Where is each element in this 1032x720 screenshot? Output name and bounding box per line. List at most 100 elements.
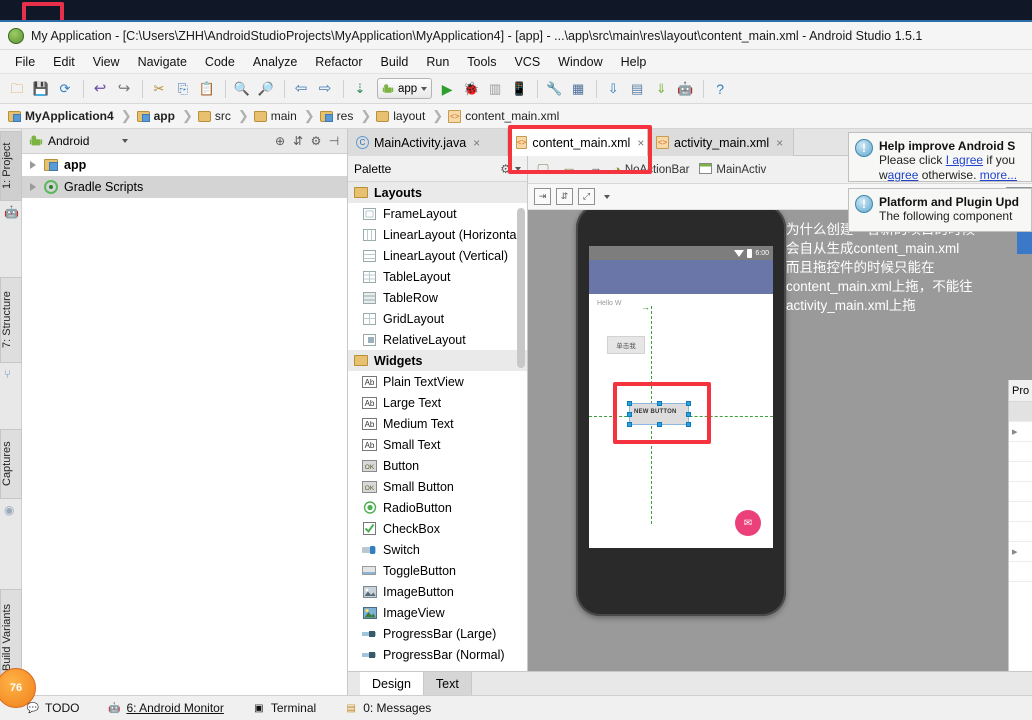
properties-row[interactable] <box>1009 562 1032 582</box>
menu-navigate[interactable]: Navigate <box>129 53 196 71</box>
palette-item-button[interactable]: OK Button <box>348 455 527 476</box>
sidebar-item-structure[interactable]: 7: Structure <box>0 277 22 363</box>
menu-vcs[interactable]: VCS <box>505 53 549 71</box>
avd-manager-icon[interactable]: ▦ <box>567 78 589 100</box>
tree-item-app[interactable]: app <box>22 154 347 176</box>
floating-action-button[interactable]: ✉ <box>735 510 761 536</box>
device-monitor-icon[interactable]: ▤ <box>626 78 648 100</box>
close-icon[interactable]: × <box>776 136 783 150</box>
menu-code[interactable]: Code <box>196 53 244 71</box>
palette-item-progressbar-large[interactable]: ProgressBar (Large) <box>348 623 527 644</box>
breadcrumb-item-layout[interactable]: layout <box>376 109 430 123</box>
run-icon[interactable]: ▶ <box>436 78 458 100</box>
palette-group-widgets[interactable]: Widgets <box>348 350 527 371</box>
sdk-manager-icon[interactable]: 🔧 <box>543 78 565 100</box>
menu-analyze[interactable]: Analyze <box>244 53 306 71</box>
chevron-right-icon[interactable] <box>30 183 36 191</box>
status-item-messages[interactable]: ▤ 0: Messages <box>344 701 431 715</box>
breadcrumb-item-src[interactable]: src <box>197 109 236 123</box>
palette-item-framelayout[interactable]: FrameLayout <box>348 203 527 224</box>
device-preview[interactable]: 6:00 Hello W 单击我 → NEW BUTTON ✉ <box>576 210 786 616</box>
menu-run[interactable]: Run <box>417 53 458 71</box>
compile-icon[interactable]: ⇣ <box>349 78 371 100</box>
properties-row[interactable]: ▸ <box>1009 542 1032 562</box>
palette-item-linearlayout-horizontal[interactable]: LinearLayout (Horizontal) <box>348 224 527 245</box>
paste-icon[interactable]: 📋 <box>196 78 218 100</box>
menu-build[interactable]: Build <box>372 53 418 71</box>
palette-group-layouts[interactable]: Layouts <box>348 182 527 203</box>
run-configuration-selector[interactable]: app <box>377 78 433 99</box>
palette-item-plain-textview[interactable]: Ab Plain TextView <box>348 371 527 392</box>
target-icon[interactable]: ⊕ <box>271 132 289 150</box>
menu-help[interactable]: Help <box>612 53 656 71</box>
tab-design[interactable]: Design <box>360 671 424 696</box>
open-folder-icon[interactable]: 🗀 <box>6 78 28 100</box>
copy-icon[interactable]: ⎘ <box>172 78 194 100</box>
i-agree-link[interactable]: I agree <box>946 153 983 167</box>
tab-text[interactable]: Text <box>423 671 472 696</box>
settings-icon[interactable]: ⚙ <box>307 132 325 150</box>
palette-item-progressbar-normal[interactable]: ProgressBar (Normal) <box>348 644 527 665</box>
palette-item-relativelayout[interactable]: RelativeLayout <box>348 329 527 350</box>
save-all-icon[interactable]: 💾 <box>30 78 52 100</box>
sync-icon[interactable]: ⟳ <box>54 78 76 100</box>
sidebar-item-captures[interactable]: Captures <box>0 429 22 499</box>
palette-item-small-button[interactable]: OK Small Button <box>348 476 527 497</box>
hello-world-text[interactable]: Hello W <box>597 300 622 307</box>
palette-item-imagebutton[interactable]: ImageButton <box>348 581 527 602</box>
palette-item-switch[interactable]: Switch <box>348 539 527 560</box>
chevron-down-icon[interactable] <box>604 194 610 199</box>
palette-item-imageview[interactable]: ImageView <box>348 602 527 623</box>
menu-view[interactable]: View <box>84 53 129 71</box>
redo-icon[interactable]: ↪ <box>113 78 135 100</box>
layout-body[interactable]: Hello W 单击我 → NEW BUTTON ✉ <box>589 294 773 548</box>
notification-platform-updates[interactable]: ! Platform and Plugin Upd The following … <box>848 188 1032 232</box>
android-device-icon[interactable]: 🤖 <box>674 78 696 100</box>
device-screen[interactable]: 6:00 Hello W 单击我 → NEW BUTTON ✉ <box>589 246 773 548</box>
chevron-down-icon[interactable] <box>421 86 428 91</box>
palette-item-togglebutton[interactable]: ToggleButton <box>348 560 527 581</box>
palette-item-linearlayout-vertical[interactable]: LinearLayout (Vertical) <box>348 245 527 266</box>
breadcrumb-item-main[interactable]: main <box>253 109 302 123</box>
attach-debugger-icon[interactable]: 📱 <box>508 78 530 100</box>
help-icon[interactable]: ? <box>709 78 731 100</box>
properties-row[interactable] <box>1009 462 1032 482</box>
menu-file[interactable]: File <box>6 53 44 71</box>
palette-scrollbar[interactable] <box>517 208 525 368</box>
tab-mainactivity-java[interactable]: C MainActivity.java × <box>348 129 508 156</box>
more-link[interactable]: more... <box>980 168 1017 182</box>
properties-row[interactable] <box>1009 522 1032 542</box>
properties-row[interactable]: ▸ <box>1009 422 1032 442</box>
hide-panel-icon[interactable]: ⊣ <box>325 132 343 150</box>
properties-row[interactable] <box>1009 482 1032 502</box>
notification-help-improve[interactable]: ! Help improve Android S Please click I … <box>848 132 1032 182</box>
project-view-selector[interactable]: Android <box>26 132 131 151</box>
menu-refactor[interactable]: Refactor <box>306 53 371 71</box>
close-icon[interactable]: × <box>473 136 480 150</box>
chevron-down-icon[interactable] <box>122 139 128 143</box>
debug-icon[interactable]: 🐞 <box>460 78 482 100</box>
cut-icon[interactable]: ✂ <box>148 78 170 100</box>
palette-item-small-text[interactable]: Ab Small Text <box>348 434 527 455</box>
collapse-all-icon[interactable]: ⇵ <box>289 132 307 150</box>
tab-activity-main-xml[interactable]: <> activity_main.xml × <box>648 129 794 156</box>
menu-edit[interactable]: Edit <box>44 53 84 71</box>
download-icon[interactable]: ⇓ <box>650 78 672 100</box>
status-item-todo[interactable]: 💬 TODO <box>26 701 80 715</box>
properties-row[interactable] <box>1009 502 1032 522</box>
design-canvas[interactable]: 6:00 Hello W 单击我 → NEW BUTTON ✉ 会自从生成con… <box>528 210 1032 671</box>
zoom-fit-icon[interactable]: ⇥ <box>534 188 551 205</box>
breadcrumb-item-myapplication4[interactable]: MyApplication4 <box>8 109 119 123</box>
chevron-right-icon[interactable] <box>30 161 36 169</box>
undo-icon[interactable]: ↩ <box>89 78 111 100</box>
activity-selector[interactable]: MainActiv <box>696 160 769 180</box>
palette-item-large-text[interactable]: Ab Large Text <box>348 392 527 413</box>
palette-item-tablelayout[interactable]: TableLayout <box>348 266 527 287</box>
tree-item-gradle-scripts[interactable]: Gradle Scripts <box>22 176 347 198</box>
palette-item-gridlayout[interactable]: GridLayout <box>348 308 527 329</box>
breadcrumb-item-res[interactable]: res <box>319 109 359 123</box>
properties-row[interactable] <box>1009 402 1032 422</box>
zoom-expand-icon[interactable]: ⤢ <box>578 188 595 205</box>
status-item-android-monitor[interactable]: 🤖 6: Android Monitor <box>107 701 224 715</box>
replace-icon[interactable]: 🔎 <box>255 78 277 100</box>
